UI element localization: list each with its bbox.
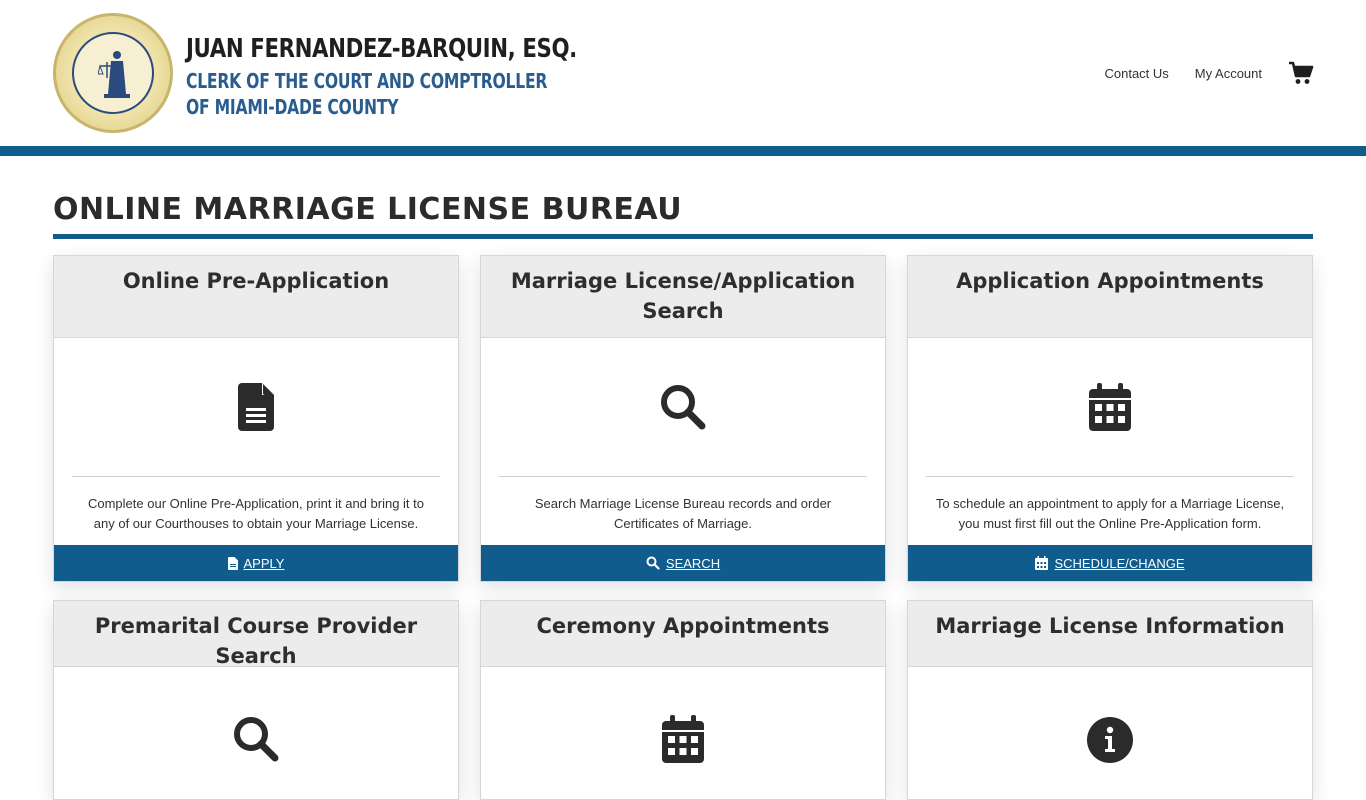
apply-button-label: APPLY: [243, 555, 285, 571]
seal-inner-ring: [72, 32, 154, 114]
card-marriage-license-information: Marriage License Information: [907, 600, 1313, 800]
clerk-title-line1: CLERK OF THE COURT AND COMPTROLLER: [186, 69, 548, 93]
brand-block[interactable]: JUAN FERNANDEZ-BARQUIN, ESQ. CLERK OF TH…: [186, 34, 663, 120]
page-title: ONLINE MARRIAGE LICENSE BUREAU: [53, 192, 683, 227]
card-title: Application Appointments: [956, 269, 1264, 293]
justice-figure-icon: [98, 51, 130, 98]
card-title: Marriage License Information: [935, 614, 1285, 638]
calendar-icon: [662, 715, 704, 763]
card-title: Online Pre-Application: [122, 269, 390, 293]
calendar-icon: [1035, 556, 1049, 570]
card-ceremony-appointments: Ceremony Appointments: [480, 600, 886, 800]
card-icon-area: [54, 667, 458, 763]
card-icon-area: [908, 338, 1312, 476]
contact-us-link[interactable]: Contact Us: [1104, 66, 1168, 81]
card-description: Complete our Online Pre-Application, pri…: [87, 496, 424, 531]
card-header: Marriage License Information: [908, 601, 1312, 667]
search-button[interactable]: SEARCH: [481, 545, 885, 581]
card-icon-area: [908, 667, 1312, 763]
card-application-appointments: Application Appointments To schedule an …: [907, 255, 1313, 582]
clerk-seal-logo[interactable]: [53, 13, 173, 133]
clerk-name: JUAN FERNANDEZ-BARQUIN, ESQ.: [186, 34, 577, 64]
card-title: Premarital Course Provider Search: [94, 614, 418, 668]
card-header: Ceremony Appointments: [481, 601, 885, 667]
card-marriage-license-search: Marriage License/Application Search Sear…: [480, 255, 886, 582]
card-icon-area: [481, 667, 885, 763]
card-premarital-course-search: Premarital Course Provider Search: [53, 600, 459, 800]
calendar-icon: [1089, 383, 1131, 431]
site-header: JUAN FERNANDEZ-BARQUIN, ESQ. CLERK OF TH…: [0, 0, 1366, 146]
search-icon: [661, 385, 706, 430]
apply-button[interactable]: APPLY: [54, 545, 458, 581]
schedule-change-button-label: SCHEDULE/CHANGE: [1054, 555, 1185, 571]
card-icon-area: [54, 338, 458, 476]
card-icon-area: [481, 338, 885, 476]
card-title: Ceremony Appointments: [536, 614, 830, 638]
search-icon: [234, 717, 279, 762]
title-underline: [53, 234, 1313, 239]
my-account-link[interactable]: My Account: [1195, 66, 1262, 81]
header-divider-bar: [0, 146, 1366, 156]
card-header: Application Appointments: [908, 256, 1312, 338]
card-title: Marriage License/Application Search: [510, 269, 856, 323]
clerk-title-line2: OF MIAMI-DADE COUNTY: [186, 95, 399, 119]
card-online-pre-application: Online Pre-Application Complete our Onli…: [53, 255, 459, 582]
search-icon: [646, 556, 660, 570]
cart-icon[interactable]: [1288, 60, 1314, 86]
card-description: Search Marriage License Bureau records a…: [534, 496, 832, 531]
card-header: Premarital Course Provider Search: [54, 601, 458, 668]
card-description: To schedule an appointment to apply for …: [935, 496, 1285, 531]
card-header: Online Pre-Application: [54, 256, 458, 338]
document-icon: [227, 556, 238, 570]
info-icon: [1087, 717, 1133, 763]
schedule-change-button[interactable]: SCHEDULE/CHANGE: [908, 545, 1312, 581]
search-button-label: SEARCH: [665, 555, 721, 571]
card-header: Marriage License/Application Search: [481, 256, 885, 338]
document-icon: [238, 383, 274, 431]
top-nav: Contact Us My Account: [1078, 60, 1314, 86]
